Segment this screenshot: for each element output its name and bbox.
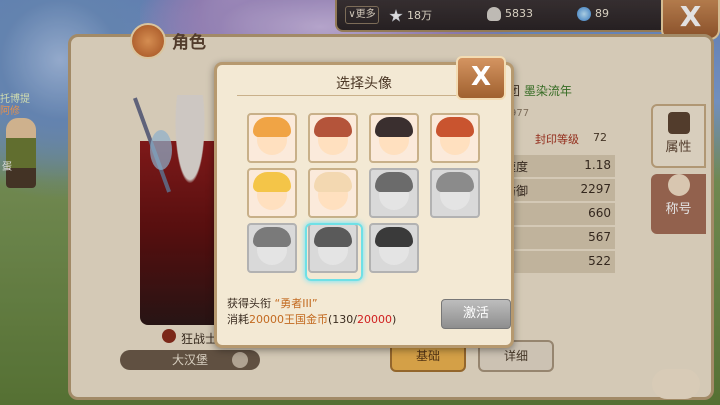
red-hair-avatar[interactable] — [430, 113, 480, 163]
avatar-hair — [436, 117, 474, 137]
avatar-select-modal: 选择头像 获得头衔 “勇者III” 消耗20000王国金币(130/20000)… — [214, 62, 514, 348]
dark-hair-avatar[interactable] — [369, 113, 419, 163]
fox-avatar[interactable] — [247, 113, 297, 163]
girl-avatar[interactable] — [308, 113, 358, 163]
blond-boy-avatar[interactable] — [247, 223, 297, 273]
avatar-hair — [375, 172, 413, 192]
title-info: 获得头衔 “勇者III” 消耗20000王国金币(130/20000) 激活 — [227, 291, 511, 337]
avatar-hair — [375, 227, 413, 247]
title-reward-line: 获得头衔 “勇者III” — [227, 295, 318, 311]
avatar-hair — [314, 172, 352, 192]
title-reward-prefix: 获得头衔 — [227, 297, 271, 310]
sheep-avatar[interactable] — [308, 168, 358, 218]
title-divider — [237, 95, 491, 96]
activate-button[interactable]: 激活 — [441, 299, 511, 329]
cost-line: 消耗20000王国金币(130/20000) — [227, 311, 396, 327]
blonde-avatar[interactable] — [247, 168, 297, 218]
avatar-hair — [314, 117, 352, 137]
cost-prefix: 消耗 — [227, 313, 249, 326]
cost-amount: 20000 — [249, 313, 284, 326]
avatar-hair — [253, 172, 291, 192]
avatar-hair — [375, 117, 413, 137]
cost-currency: 王国金币 — [284, 313, 328, 326]
avatar-hair — [253, 227, 291, 247]
cost-progress-close: ) — [392, 313, 397, 326]
cost-progress-need: 20000 — [357, 313, 392, 326]
modal-close-button[interactable]: X — [456, 56, 506, 100]
bear-avatar[interactable] — [369, 223, 419, 273]
avatar-hair — [436, 172, 474, 192]
goggles-avatar[interactable] — [369, 168, 419, 218]
cost-progress-open: (130/ — [328, 313, 357, 326]
rabbit-avatar[interactable] — [430, 168, 480, 218]
title-reward-value: “勇者III” — [274, 297, 318, 310]
avatar-selection-frame — [305, 223, 363, 281]
avatar-hair — [253, 117, 291, 137]
